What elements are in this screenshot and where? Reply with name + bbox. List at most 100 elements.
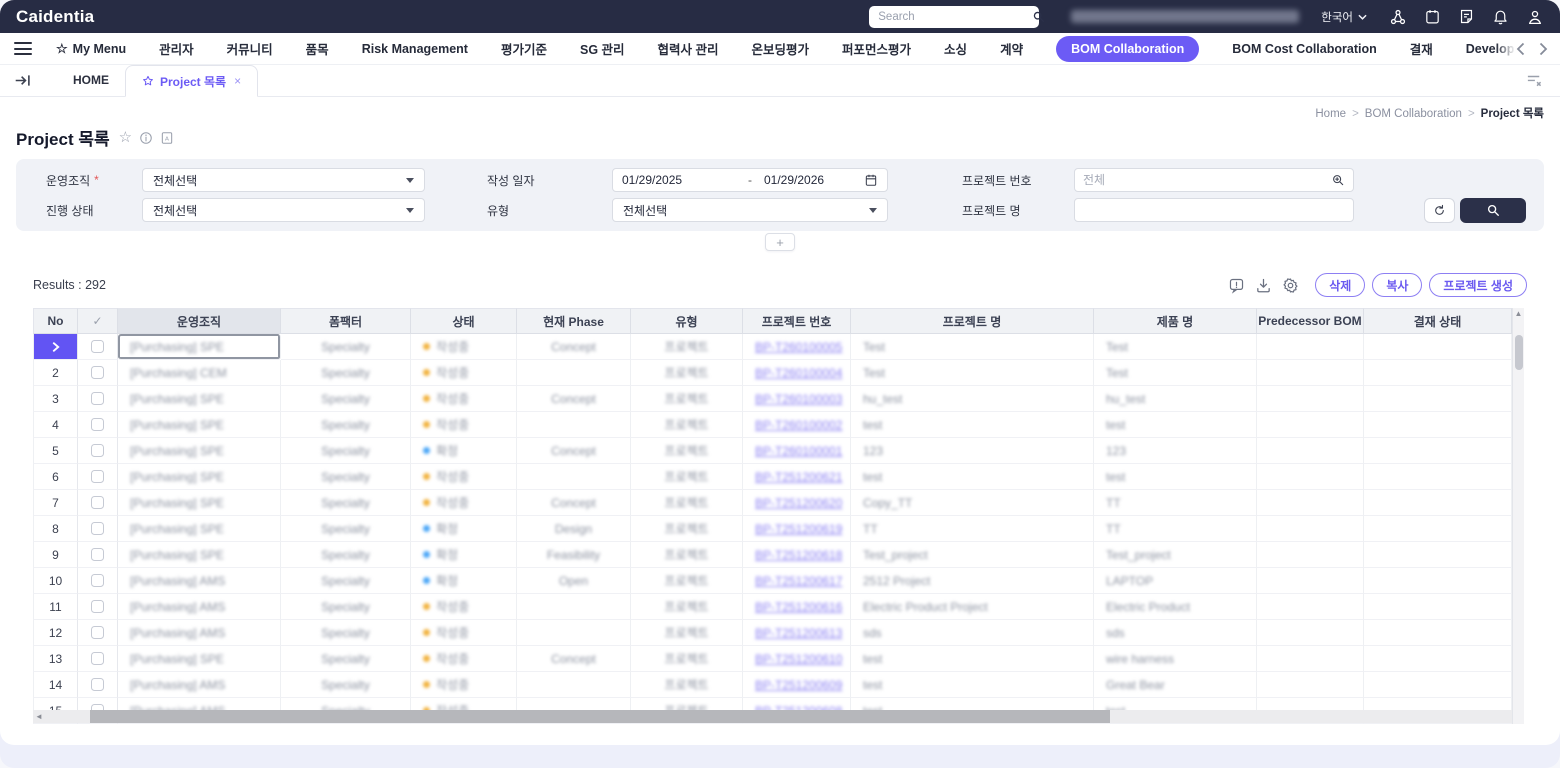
search-input[interactable] — [878, 10, 1033, 23]
breadcrumb-item[interactable]: Home — [1315, 108, 1346, 120]
tab-project-list[interactable]: Project 목록 × — [125, 65, 259, 97]
tab-close-icon[interactable]: × — [234, 74, 241, 88]
menu-item-bom-collaboration[interactable]: BOM Collaboration — [1056, 35, 1200, 62]
table-row[interactable]: 9 [Purchasing] SPE Specialty 확정 Feasibility 프… — [33, 542, 1524, 568]
row-checkbox[interactable] — [91, 392, 104, 405]
column-header-check[interactable]: ✓ — [78, 308, 118, 334]
project-number-link[interactable]: BP-T251200610 — [755, 652, 842, 666]
date-to[interactable]: 01/29/2026 — [764, 173, 864, 187]
project-no-field[interactable] — [1074, 168, 1354, 192]
calendar-icon[interactable] — [864, 173, 878, 187]
vertical-scrollbar[interactable]: ▲ — [1512, 308, 1524, 724]
info-icon[interactable] — [139, 131, 153, 145]
table-row[interactable]: 6 [Purchasing] SPE Specialty 작성중 프로젝트 BP-T251… — [33, 464, 1524, 490]
row-checkbox[interactable] — [91, 626, 104, 639]
type-select[interactable]: 전체선택 — [612, 198, 888, 222]
vertical-scrollbar-thumb[interactable] — [1515, 335, 1523, 370]
scroll-up-icon[interactable]: ▲ — [1513, 308, 1524, 320]
progress-select[interactable]: 전체선택 — [142, 198, 425, 222]
table-row[interactable]: 2 [Purchasing] CEM Specialty 작성중 프로젝트 BP-T260… — [33, 360, 1524, 386]
project-number-link[interactable]: BP-T260100001 — [755, 444, 842, 458]
table-row[interactable]: [Purchasing] SPE Specialty 작성중 Concept 프로젝트 B… — [33, 334, 1524, 360]
org-chart-icon[interactable] — [1389, 8, 1407, 26]
memo-icon[interactable] — [1458, 8, 1475, 25]
scroll-left-icon[interactable]: ◄ — [33, 712, 45, 721]
project-number-link[interactable]: BP-T251200616 — [755, 600, 842, 614]
star-icon[interactable]: ☆ — [119, 130, 132, 145]
table-row[interactable]: 8 [Purchasing] SPE Specialty 확정 Design 프로젝트 BP… — [33, 516, 1524, 542]
expand-filters-button[interactable]: + — [765, 233, 795, 251]
tooltip-icon[interactable] — [1228, 277, 1245, 294]
column-header-formFactor[interactable]: 폼팩터 — [281, 308, 411, 334]
delete-button[interactable]: 삭제 — [1315, 273, 1366, 297]
menu-item-소싱[interactable]: 소싱 — [944, 39, 967, 58]
table-row[interactable]: 10 [Purchasing] AMS Specialty 확정 Open 프로젝트 BP-… — [33, 568, 1524, 594]
row-checkbox[interactable] — [91, 652, 104, 665]
project-number-link[interactable]: BP-T251200619 — [755, 522, 842, 536]
row-checkbox[interactable] — [91, 444, 104, 457]
menu-item-평가기준[interactable]: 평가기준 — [501, 39, 547, 58]
date-from[interactable]: 01/29/2025 — [622, 173, 748, 187]
row-checkbox[interactable] — [91, 600, 104, 613]
column-header-approvalStatus[interactable]: 결재 상태 — [1364, 308, 1512, 334]
horizontal-scrollbar[interactable]: ◄ — [33, 710, 1512, 723]
column-header-productName[interactable]: 제품 명 — [1094, 308, 1257, 334]
project-number-link[interactable]: BP-T260100005 — [755, 340, 842, 354]
download-icon[interactable] — [1255, 277, 1272, 294]
row-checkbox[interactable] — [91, 678, 104, 691]
menu-item-퍼포먼스평가[interactable]: 퍼포먼스평가 — [842, 39, 911, 58]
menu-prev-icon[interactable] — [1516, 42, 1525, 56]
org-select[interactable]: 전체선택 — [142, 168, 425, 192]
menu-item-관리자[interactable]: 관리자 — [159, 39, 194, 58]
document-a-icon[interactable]: A — [160, 131, 174, 145]
table-row[interactable]: 7 [Purchasing] SPE Specialty 작성중 Concept 프로젝트… — [33, 490, 1524, 516]
project-number-link[interactable]: BP-T251200613 — [755, 626, 842, 640]
menu-item-결재[interactable]: 결재 — [1410, 39, 1433, 58]
column-header-type[interactable]: 유형 — [631, 308, 743, 334]
row-checkbox[interactable] — [91, 548, 104, 561]
close-all-tabs-icon[interactable] — [1526, 73, 1542, 92]
table-row[interactable]: 12 [Purchasing] AMS Specialty 작성중 프로젝트 BP-T25… — [33, 620, 1524, 646]
row-checkbox[interactable] — [91, 496, 104, 509]
bell-icon[interactable] — [1492, 8, 1509, 25]
create-project-button[interactable]: 프로젝트 생성 — [1429, 273, 1527, 297]
project-number-link[interactable]: BP-T251200609 — [755, 678, 842, 692]
row-checkbox[interactable] — [91, 470, 104, 483]
menu-item-협력사-관리[interactable]: 협력사 관리 — [658, 39, 719, 58]
settings-icon[interactable] — [1282, 277, 1299, 294]
horizontal-scrollbar-thumb[interactable] — [90, 710, 1110, 723]
project-no-input[interactable] — [1083, 173, 1331, 187]
table-row[interactable]: 11 [Purchasing] AMS Specialty 작성중 프로젝트 BP-T25… — [33, 594, 1524, 620]
menu-item-온보딩평가[interactable]: 온보딩평가 — [752, 39, 810, 58]
breadcrumb-item[interactable]: BOM Collaboration — [1365, 108, 1462, 120]
created-date-range[interactable]: 01/29/2025 - 01/29/2026 — [612, 168, 888, 192]
project-number-link[interactable]: BP-T251200620 — [755, 496, 842, 510]
row-checkbox[interactable] — [91, 340, 104, 353]
refresh-button[interactable] — [1424, 197, 1455, 223]
project-name-input[interactable] — [1083, 203, 1345, 217]
row-checkbox[interactable] — [91, 522, 104, 535]
project-name-field[interactable] — [1074, 198, 1354, 222]
table-row[interactable]: 13 [Purchasing] SPE Specialty 작성중 Concept 프로젝… — [33, 646, 1524, 672]
column-header-status[interactable]: 상태 — [411, 308, 517, 334]
column-header-projectName[interactable]: 프로젝트 명 — [851, 308, 1094, 334]
project-number-link[interactable]: BP-T251200621 — [755, 470, 842, 484]
global-search[interactable] — [869, 5, 1045, 28]
column-header-predecessorBom[interactable]: Predecessor BOM — [1257, 308, 1364, 334]
collapse-sidebar-icon[interactable] — [14, 73, 31, 88]
search-icon[interactable] — [1032, 10, 1045, 23]
tab-home[interactable]: HOME — [57, 64, 125, 96]
table-row[interactable]: 14 [Purchasing] AMS Specialty 작성중 프로젝트 BP-T25… — [33, 672, 1524, 698]
menu-item-커뮤니티[interactable]: 커뮤니티 — [227, 39, 273, 58]
table-row[interactable]: 4 [Purchasing] SPE Specialty 작성중 프로젝트 BP-T260… — [33, 412, 1524, 438]
row-checkbox[interactable] — [91, 366, 104, 379]
column-header-phase[interactable]: 현재 Phase — [517, 308, 631, 334]
calendar-icon[interactable] — [1424, 8, 1441, 25]
row-checkbox[interactable] — [91, 418, 104, 431]
menu-item-bom-cost-collaboration[interactable]: BOM Cost Collaboration — [1232, 42, 1376, 56]
project-number-link[interactable]: BP-T260100004 — [755, 366, 842, 380]
menu-item-품목[interactable]: 품목 — [306, 39, 329, 58]
zoom-search-icon[interactable] — [1331, 173, 1345, 187]
menu-next-icon[interactable] — [1539, 42, 1548, 56]
project-number-link[interactable]: BP-T260100002 — [755, 418, 842, 432]
